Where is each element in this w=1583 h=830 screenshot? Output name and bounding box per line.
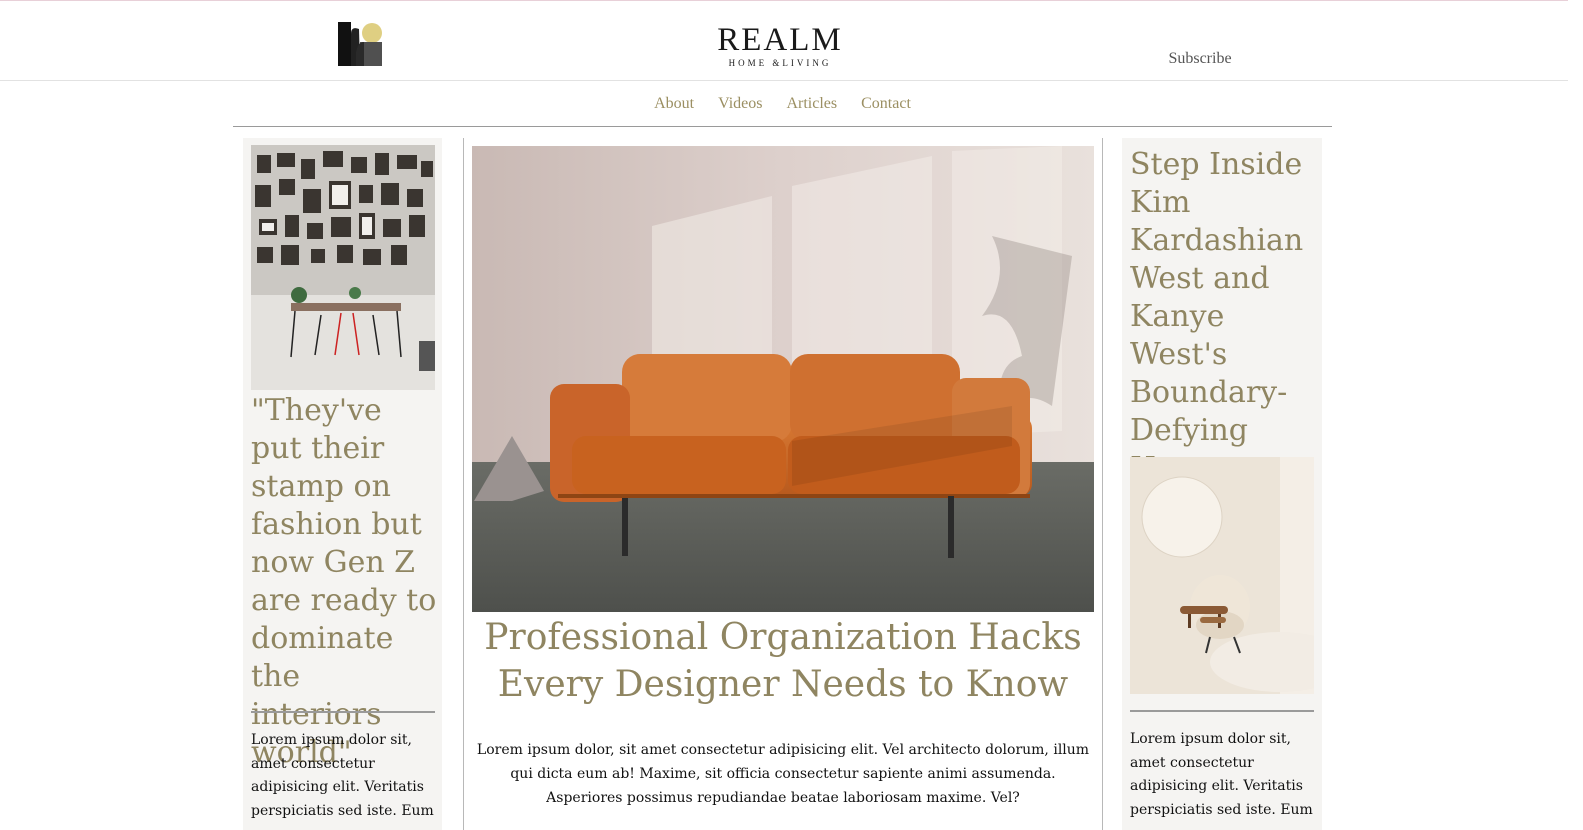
right-article-headline[interactable]: Step Inside Kim Kardashian West and Kany…: [1130, 146, 1318, 488]
orange-leather-sofa-image[interactable]: [472, 146, 1094, 612]
main-article-title[interactable]: Professional Organization Hacks Every De…: [472, 614, 1094, 708]
left-divider: [251, 711, 435, 713]
brand-wordmark[interactable]: REALM HOME &LIVING: [680, 23, 880, 68]
brand-tagline: HOME &LIVING: [728, 58, 832, 68]
realm-logo-icon[interactable]: [338, 20, 384, 66]
brand-name: REALM: [717, 22, 843, 58]
right-article-excerpt: Lorem ipsum dolor sit, amet consectetur …: [1130, 731, 1313, 818]
white-lounge-chair-image[interactable]: [1130, 457, 1314, 694]
column-divider-left: [463, 138, 464, 830]
nav-item-videos[interactable]: Videos: [718, 95, 762, 113]
nav-item-articles[interactable]: Articles: [786, 95, 837, 113]
scrollbar-track[interactable]: [1568, 0, 1583, 830]
right-divider: [1130, 710, 1314, 712]
right-article-card[interactable]: Step Inside Kim Kardashian West and Kany…: [1122, 138, 1322, 830]
site-header: REALM HOME &LIVING Subscribe: [0, 1, 1568, 81]
main-article-body: Lorem ipsum dolor, sit amet consectetur …: [476, 742, 1090, 806]
subscribe-link[interactable]: Subscribe: [1140, 50, 1260, 68]
left-article-excerpt: Lorem ipsum dolor sit, amet consectetur …: [251, 732, 434, 819]
nav-item-contact[interactable]: Contact: [861, 95, 911, 113]
column-divider-right: [1102, 138, 1103, 830]
left-article-headline[interactable]: "They've put their stamp on fashion but …: [251, 392, 439, 772]
gallery-wall-dining-image[interactable]: [251, 145, 435, 390]
main-nav: About Videos Articles Contact: [233, 81, 1332, 127]
nav-item-about[interactable]: About: [654, 95, 694, 113]
left-article-card[interactable]: "They've put their stamp on fashion but …: [243, 138, 442, 830]
